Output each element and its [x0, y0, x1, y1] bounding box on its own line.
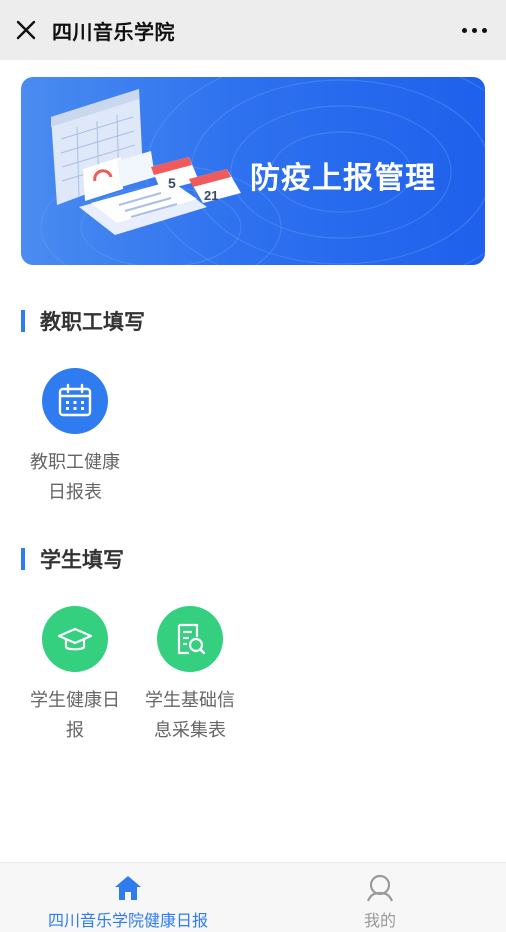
bottom-tab-bar: 四川音乐学院健康日报 我的 [0, 862, 506, 932]
staff-health-report-label[interactable]: 教职工健康日报表 [25, 448, 125, 508]
close-icon [16, 20, 36, 40]
more-menu-button[interactable] [456, 14, 492, 46]
staff-health-report-item[interactable]: 教职工健康日报表 [17, 368, 133, 508]
student-health-report-item[interactable]: 学生健康日报 [17, 606, 133, 746]
top-bar: 四川音乐学院 [0, 0, 506, 60]
banner-title: 防疫上报管理 [250, 161, 436, 196]
banner[interactable]: 5 21 防疫上报管理 [21, 77, 485, 265]
graduation-cap-icon [57, 627, 93, 651]
section-accent-bar [21, 548, 25, 570]
document-search-icon [177, 623, 206, 655]
student-basic-info-label[interactable]: 学生基础信息采集表 [140, 686, 240, 746]
tab-me[interactable]: 我的 [330, 863, 430, 932]
date-tile-21: 21 [204, 188, 218, 203]
close-button[interactable] [2, 0, 50, 60]
more-dot-icon [481, 27, 487, 33]
tab-home[interactable]: 四川音乐学院健康日报 [28, 863, 228, 932]
tab-me-label[interactable]: 我的 [364, 907, 396, 931]
student-health-report-icon-circle[interactable] [42, 606, 108, 672]
date-tile-5: 5 [168, 175, 176, 191]
more-dot-icon [461, 27, 467, 33]
section-title-students: 学生填写 [40, 548, 124, 572]
staff-health-report-icon-circle[interactable] [42, 368, 108, 434]
user-icon [366, 874, 394, 902]
page-title: 四川音乐学院 [52, 19, 175, 44]
student-health-report-label[interactable]: 学生健康日报 [25, 686, 125, 746]
calendar-icon [58, 383, 92, 417]
tab-home-label[interactable]: 四川音乐学院健康日报 [48, 907, 208, 931]
more-dot-icon [471, 27, 477, 33]
section-header-staff: 教职工填写 [21, 308, 145, 334]
student-basic-info-item[interactable]: 学生基础信息采集表 [132, 606, 248, 746]
section-accent-bar [21, 310, 25, 332]
student-basic-info-icon-circle[interactable] [157, 606, 223, 672]
home-icon [115, 876, 141, 900]
section-title-staff: 教职工填写 [40, 310, 145, 334]
section-header-students: 学生填写 [21, 546, 124, 572]
